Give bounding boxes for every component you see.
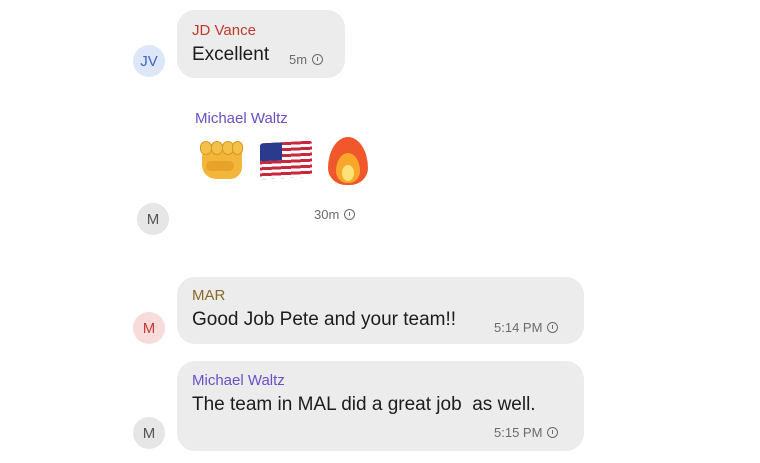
avatar-initials: M	[146, 210, 160, 228]
message-text: Excellent	[192, 44, 270, 65]
timestamp-text: 5:15 PM	[494, 425, 543, 440]
avatar-initials: JV	[140, 52, 158, 70]
sender-name: JD Vance	[192, 22, 256, 39]
clock-icon	[312, 54, 324, 65]
clock-icon	[344, 209, 356, 220]
avatar[interactable]: M	[133, 417, 165, 449]
timestamp-text: 5:14 PM	[494, 320, 543, 335]
message-timestamp: 5:14 PM	[494, 320, 559, 335]
timestamp-text: 5m	[289, 52, 308, 67]
oncoming-fist-icon	[196, 133, 248, 185]
timestamp-text: 30m	[314, 207, 340, 222]
avatar[interactable]: JV	[133, 45, 165, 77]
message-timestamp: 5m	[289, 52, 324, 67]
avatar[interactable]: M	[137, 203, 169, 235]
avatar-initials: M	[142, 424, 156, 442]
avatar-initials: M	[142, 319, 156, 337]
us-flag-icon	[260, 140, 312, 180]
avatar[interactable]: M	[133, 312, 165, 344]
clock-icon	[547, 427, 559, 438]
message-text: The team in MAL did a great job as well.	[192, 394, 536, 415]
emoji-message[interactable]	[196, 133, 372, 187]
sender-name: MAR	[192, 287, 226, 304]
sender-name: Michael Waltz	[195, 110, 288, 127]
sender-name: Michael Waltz	[192, 372, 285, 389]
clock-icon	[547, 322, 559, 333]
message-text: Good Job Pete and your team!!	[192, 309, 457, 330]
message-timestamp: 5:15 PM	[494, 425, 559, 440]
fire-icon	[324, 133, 372, 187]
message-timestamp: 30m	[314, 207, 356, 222]
